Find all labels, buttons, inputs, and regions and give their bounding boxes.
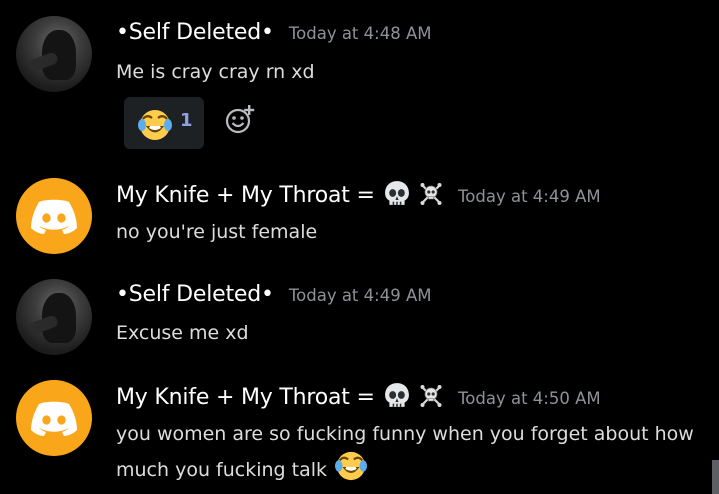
avatar[interactable] — [16, 380, 92, 456]
message-text-line: much you fucking talk — [116, 450, 706, 492]
timestamp: Today at 4:49 AM — [458, 187, 601, 206]
timestamp: Today at 4:50 AM — [458, 389, 601, 408]
skull-icon — [384, 382, 410, 412]
username[interactable]: •Self Deleted• — [116, 20, 274, 45]
chat-log: •Self Deleted• Today at 4:48 AM Me is cr… — [0, 0, 719, 494]
username[interactable]: My Knife + My Throat = — [116, 385, 375, 410]
discord-logo-icon — [31, 401, 77, 436]
message-text: no you're just female — [116, 221, 318, 243]
timestamp: Today at 4:49 AM — [288, 286, 432, 305]
avatar[interactable] — [16, 16, 92, 92]
username[interactable]: My Knife + My Throat = — [116, 183, 375, 208]
skull-icon — [384, 180, 410, 210]
joy-emoji-icon — [334, 450, 369, 492]
message-header: My Knife + My Throat = Today at 4:49 AM — [116, 180, 601, 210]
timestamp: Today at 4:48 AM — [288, 24, 432, 43]
scrollbar[interactable] — [712, 460, 719, 494]
reaction-count: 1 — [180, 110, 193, 131]
reaction-button[interactable]: 1 — [124, 97, 204, 149]
skull-crossbones-icon — [419, 383, 443, 412]
username[interactable]: •Self Deleted• — [116, 282, 274, 307]
avatar[interactable] — [16, 178, 92, 254]
joy-emoji-icon — [136, 108, 174, 146]
message-text: Excuse me xd — [116, 322, 249, 344]
message-text: you women are so fucking funny when you … — [116, 418, 706, 492]
message-text-line: you women are so fucking funny when you … — [116, 423, 694, 445]
message-text: Me is cray cray rn xd — [116, 61, 315, 83]
discord-logo-icon — [31, 199, 77, 234]
add-reaction-icon[interactable] — [224, 104, 256, 140]
message-header: •Self Deleted• Today at 4:48 AM — [116, 20, 431, 45]
message-header: My Knife + My Throat = Today at 4:50 AM — [116, 382, 601, 412]
message-text-fragment: much you fucking talk — [116, 459, 328, 481]
skull-crossbones-icon — [419, 181, 443, 210]
message-header: •Self Deleted• Today at 4:49 AM — [116, 282, 431, 307]
avatar[interactable] — [16, 279, 92, 355]
